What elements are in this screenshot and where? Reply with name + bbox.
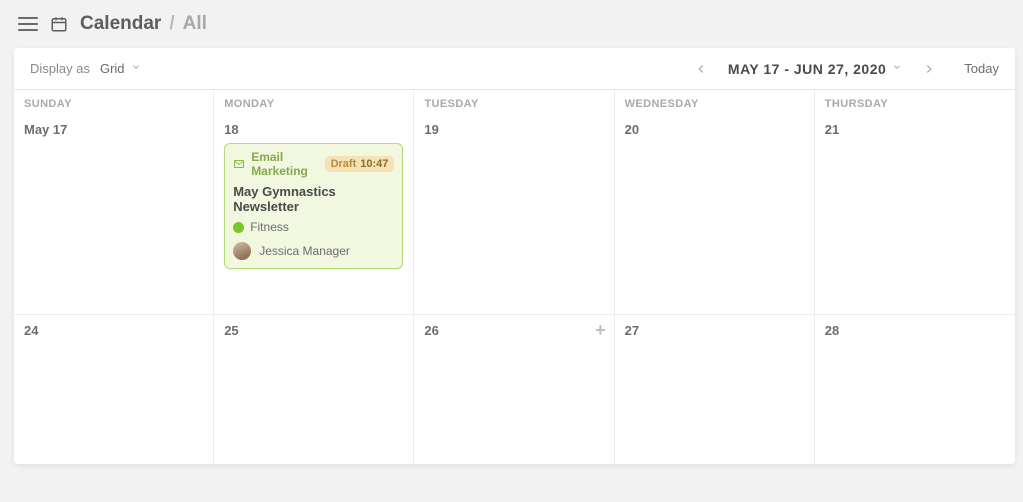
day-number: 27 bbox=[625, 323, 804, 338]
day-number: 25 bbox=[224, 323, 403, 338]
day-cell[interactable]: May 17 bbox=[14, 114, 214, 314]
day-cell[interactable]: 25 bbox=[214, 314, 414, 464]
chevron-down-icon bbox=[892, 62, 902, 75]
breadcrumb-separator: / bbox=[169, 13, 174, 35]
day-number: May 17 bbox=[24, 122, 203, 137]
next-range-button[interactable] bbox=[918, 58, 940, 80]
display-as-label: Display as bbox=[30, 61, 90, 76]
day-number: 26 bbox=[424, 323, 603, 338]
day-cell[interactable]: 18 Email Marketing Draft 10:47 May Gymna… bbox=[214, 114, 414, 314]
date-range-text: MAY 17 - JUN 27, 2020 bbox=[728, 61, 886, 77]
day-cell[interactable]: 24 bbox=[14, 314, 214, 464]
breadcrumb-sub[interactable]: All bbox=[183, 13, 207, 35]
event-tag-row: Fitness bbox=[233, 220, 394, 234]
event-type-label: Email Marketing bbox=[251, 150, 318, 178]
day-number: 19 bbox=[424, 122, 603, 137]
weekday-header-row: SUNDAY MONDAY TUESDAY WEDNESDAY THURSDAY bbox=[14, 90, 1015, 114]
event-status-text: Draft bbox=[331, 158, 357, 170]
tag-color-dot bbox=[233, 222, 244, 233]
add-event-button[interactable]: + bbox=[595, 321, 606, 339]
weekday-header: WEDNESDAY bbox=[615, 90, 815, 114]
day-number: 18 bbox=[224, 122, 403, 137]
calendar-toolbar: Display as Grid MAY 17 - JUN 27, 2020 To… bbox=[14, 48, 1015, 90]
day-cell[interactable]: 28 bbox=[815, 314, 1015, 464]
event-status-badge: Draft 10:47 bbox=[325, 156, 395, 172]
day-cell[interactable]: 27 bbox=[615, 314, 815, 464]
weekday-header: THURSDAY bbox=[815, 90, 1015, 114]
envelope-icon bbox=[233, 158, 245, 170]
day-number: 24 bbox=[24, 323, 203, 338]
avatar bbox=[233, 242, 251, 260]
display-as-select[interactable]: Grid bbox=[100, 61, 141, 76]
event-assignee-name: Jessica Manager bbox=[259, 244, 350, 258]
date-range-picker[interactable]: MAY 17 - JUN 27, 2020 bbox=[728, 61, 902, 77]
event-title: May Gymnastics Newsletter bbox=[233, 184, 394, 214]
day-number: 21 bbox=[825, 122, 1005, 137]
chevron-down-icon bbox=[131, 62, 141, 75]
calendar-panel: Display as Grid MAY 17 - JUN 27, 2020 To… bbox=[14, 48, 1015, 464]
today-button[interactable]: Today bbox=[964, 61, 999, 76]
event-assignee-row: Jessica Manager bbox=[233, 242, 394, 260]
weekday-header: SUNDAY bbox=[14, 90, 214, 114]
week-row-2: 24 25 26 + 27 28 bbox=[14, 314, 1015, 464]
breadcrumb: Calendar / All bbox=[80, 13, 207, 35]
day-cell[interactable]: 21 bbox=[815, 114, 1015, 314]
event-card-header: Email Marketing Draft 10:47 bbox=[233, 150, 394, 178]
day-number: 20 bbox=[625, 122, 804, 137]
weekday-header: TUESDAY bbox=[414, 90, 614, 114]
menu-icon[interactable] bbox=[18, 14, 38, 34]
topbar: Calendar / All bbox=[0, 0, 1023, 48]
day-cell[interactable]: 20 bbox=[615, 114, 815, 314]
day-cell[interactable]: 19 bbox=[414, 114, 614, 314]
display-as-value: Grid bbox=[100, 61, 125, 76]
breadcrumb-title[interactable]: Calendar bbox=[80, 13, 161, 35]
weekday-header: MONDAY bbox=[214, 90, 414, 114]
event-time: 10:47 bbox=[360, 158, 388, 170]
calendar-icon bbox=[50, 15, 68, 33]
prev-range-button[interactable] bbox=[690, 58, 712, 80]
day-cell[interactable]: 26 + bbox=[414, 314, 614, 464]
event-card[interactable]: Email Marketing Draft 10:47 May Gymnasti… bbox=[224, 143, 403, 269]
day-number: 28 bbox=[825, 323, 1005, 338]
event-tag-label: Fitness bbox=[250, 220, 289, 234]
week-row-1: May 17 18 Email Marketing Draft 10:47 Ma… bbox=[14, 114, 1015, 314]
